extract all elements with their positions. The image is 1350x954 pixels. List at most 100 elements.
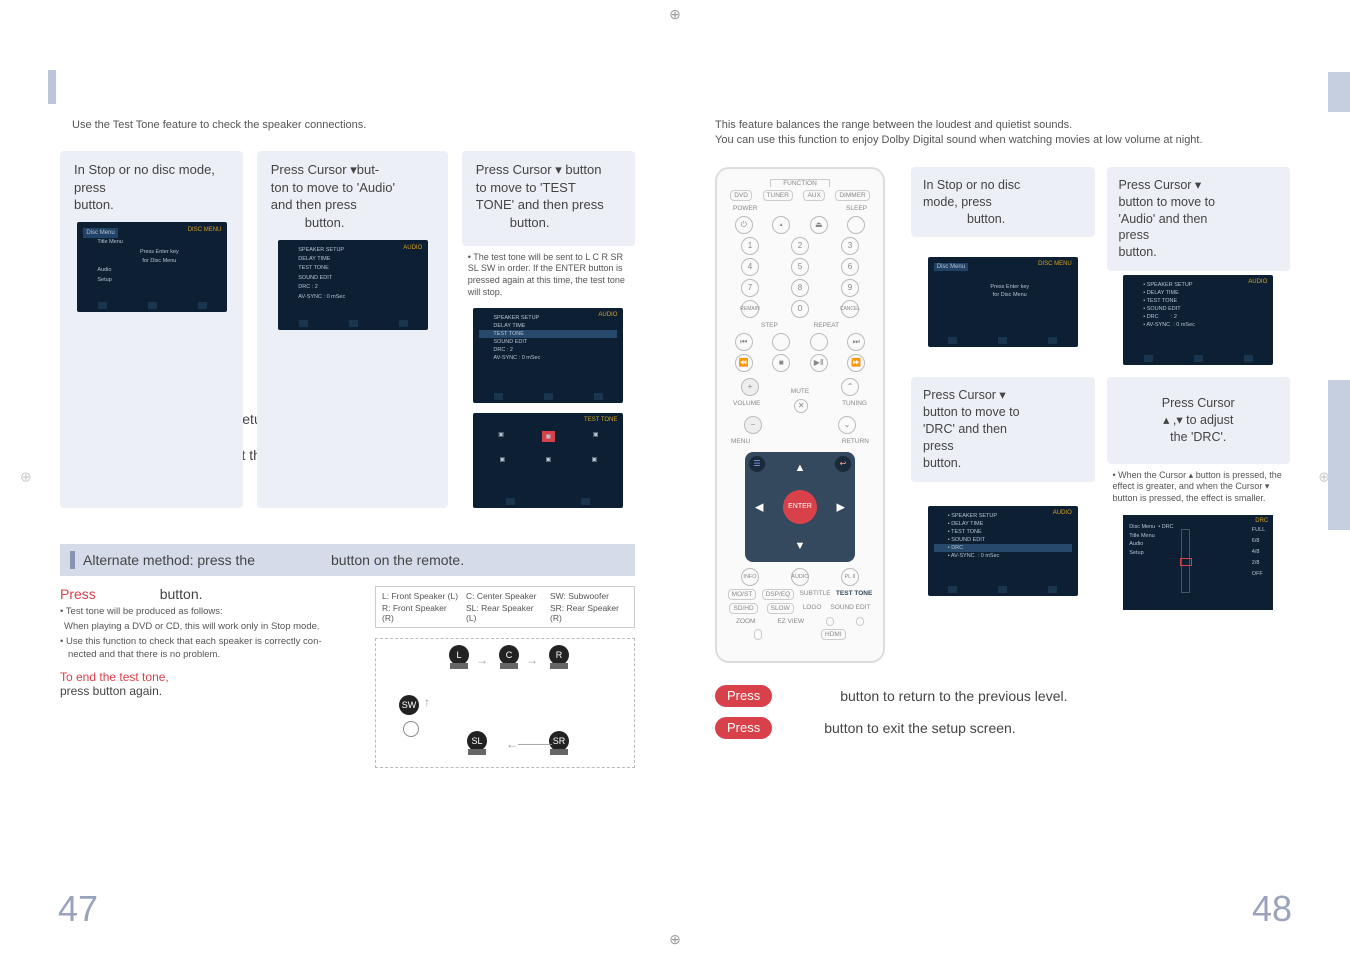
rstep-2-b: button to move to <box>1119 195 1216 209</box>
rew-button[interactable]: ⏪ <box>735 354 753 372</box>
remote-dvd[interactable]: DVD <box>730 190 752 201</box>
r-exit-row: Press button to exit the setup screen. <box>715 717 1290 739</box>
eject-button[interactable]: ⏏ <box>810 216 828 234</box>
num-0[interactable]: 0 <box>791 300 809 318</box>
remote-nav-pad[interactable]: ☰ ↩ ▲ ▼ ◀ ▶ ENTER <box>745 452 855 562</box>
section-tab <box>48 70 56 104</box>
nav-down[interactable]: ▼ <box>795 540 806 552</box>
blank1[interactable] <box>826 617 834 626</box>
rstep-1-c: button. <box>923 212 1005 226</box>
mute-button[interactable]: ✕ <box>794 399 808 413</box>
side-tab-top <box>1328 72 1350 112</box>
prev-button[interactable]: ⏮ <box>735 333 753 351</box>
lower-press: Press <box>60 586 96 602</box>
soundedit-lbl: SOUND EDIT <box>830 604 870 613</box>
play-button[interactable]: ▶Ⅱ <box>810 354 828 372</box>
audio-button[interactable]: AUDIO <box>791 568 809 586</box>
step-3-note: • The test tone will be sent to L C R SR… <box>462 246 635 303</box>
blank2[interactable] <box>856 617 864 626</box>
osd-screen-2: AUDIO SPEAKER SETUP DELAY TIME TEST TONE… <box>278 240 428 330</box>
step-2: Press Cursor ▾but- ton to move to 'Audio… <box>257 151 448 508</box>
num-4[interactable]: 4 <box>741 258 759 276</box>
power-button[interactable]: ⏻ <box>735 216 753 234</box>
rstep-3-a: Press Cursor ▾ <box>923 388 1006 402</box>
repeat-btn[interactable] <box>810 333 828 351</box>
tune-down[interactable]: ⌄ <box>838 416 856 434</box>
next-button[interactable]: ⏭ <box>847 333 865 351</box>
return-label: RETURN <box>842 438 869 445</box>
rstep-2-a: Press Cursor ▾ <box>1119 178 1202 192</box>
tune-up[interactable]: ⌃ <box>841 378 859 396</box>
drc-lvl-2: 4/8 <box>1252 547 1265 558</box>
bullet-1: When playing a DVD or CD, this will work… <box>60 621 349 634</box>
num-9[interactable]: 9 <box>841 279 859 297</box>
num-1[interactable]: 1 <box>741 237 759 255</box>
osd1-center2: for Disc Menu <box>83 257 221 266</box>
stop-button[interactable]: ■ <box>772 354 790 372</box>
step-3: Press Cursor ▾ button to move to 'TEST T… <box>462 151 635 245</box>
remote-dimmer[interactable]: DIMMER <box>835 190 869 201</box>
num-6[interactable]: 6 <box>841 258 859 276</box>
bullet-2: • Use this function to check that each s… <box>60 636 349 662</box>
num-8[interactable]: 8 <box>791 279 809 297</box>
repeat-label: REPEAT <box>814 322 840 329</box>
ff-button[interactable]: ⏩ <box>847 354 865 372</box>
nav-up[interactable]: ▲ <box>795 462 806 474</box>
step-3-wrap: Press Cursor ▾ button to move to 'TEST T… <box>462 151 635 508</box>
cancel-button[interactable]: CANCEL <box>841 300 859 318</box>
open-button[interactable]: ▲ <box>772 216 790 234</box>
step-3-line1: Press Cursor ▾ button <box>476 162 602 177</box>
num-5[interactable]: 5 <box>791 258 809 276</box>
osd1-side-0: Disc Menu <box>83 228 117 238</box>
rstep-2-d: press <box>1119 228 1150 242</box>
sleep-button[interactable] <box>847 216 865 234</box>
dsp-btn[interactable]: DSP/EQ <box>762 589 795 600</box>
alt-text-a: Alternate method: press the <box>83 552 255 568</box>
osd1-side-3: Setup <box>83 276 221 285</box>
vol-up[interactable]: + <box>741 378 759 396</box>
return-button[interactable]: ↩ <box>835 456 851 472</box>
remote-aux[interactable]: AUX <box>803 190 824 201</box>
right-layout: FUNCTION DVD TUNER AUX DIMMER POWER SLEE… <box>715 167 1290 663</box>
rstep-1-a: In Stop or no disc <box>923 178 1020 192</box>
most-btn[interactable]: MO/ST <box>728 589 757 600</box>
slow-btn[interactable]: SLOW <box>767 603 794 614</box>
step-1-line2: press <box>74 180 106 195</box>
r-osd-3: AUDIO • SPEAKER SETUP • DELAY TIME • TES… <box>928 506 1078 596</box>
enter-button[interactable]: ENTER <box>783 490 817 524</box>
step-3-line2: to move to 'TEST <box>476 180 576 195</box>
leg-l: L: Front Speaker (L) <box>382 591 460 601</box>
sdhd-btn[interactable]: SD/HD <box>729 603 757 614</box>
nav-left[interactable]: ◀ <box>755 500 763 513</box>
vol-down[interactable]: − <box>744 416 762 434</box>
num-3[interactable]: 3 <box>841 237 859 255</box>
num-7[interactable]: 7 <box>741 279 759 297</box>
plii-button[interactable]: PL II <box>841 568 859 586</box>
ezview-lbl: EZ VIEW <box>777 618 804 625</box>
step-1-line3: button. <box>74 197 114 212</box>
r-return-text: button to return to the previous level. <box>840 688 1067 704</box>
remain-button[interactable]: REMAIN <box>741 300 759 318</box>
rstep-4-b: ▴ ,▾ to adjust <box>1163 413 1233 427</box>
num-2[interactable]: 2 <box>791 237 809 255</box>
info-button[interactable]: INFO <box>741 568 759 586</box>
rstep-4-note: • When the Cursor ▴ button is pressed, t… <box>1107 464 1291 509</box>
rstep-3-b: button to move to <box>923 405 1020 419</box>
zoom-btn[interactable] <box>754 629 762 640</box>
menu-button[interactable]: ☰ <box>749 456 765 472</box>
osd2-i4: DRC : 2 <box>284 283 422 292</box>
spk-sl: SL <box>467 731 487 751</box>
spk-l: L <box>449 645 469 665</box>
osd3-i5: AV-SYNC : 0 mSec <box>479 354 617 362</box>
step-btn[interactable] <box>772 333 790 351</box>
remote-tuner[interactable]: TUNER <box>763 190 793 201</box>
bullet-0: • Test tone will be produced as follows: <box>60 606 349 619</box>
remote-function: FUNCTION <box>770 179 830 187</box>
osd2-i0: SPEAKER SETUP <box>284 246 422 255</box>
spk-sw: SW <box>399 695 419 715</box>
osd3-i2: TEST TONE <box>479 330 617 338</box>
osd1-title: DISC MENU <box>188 226 222 234</box>
nav-right[interactable]: ▶ <box>837 500 845 513</box>
hdmi-btn[interactable]: HDMI <box>821 629 846 640</box>
rstep-3-e: button. <box>923 456 961 470</box>
